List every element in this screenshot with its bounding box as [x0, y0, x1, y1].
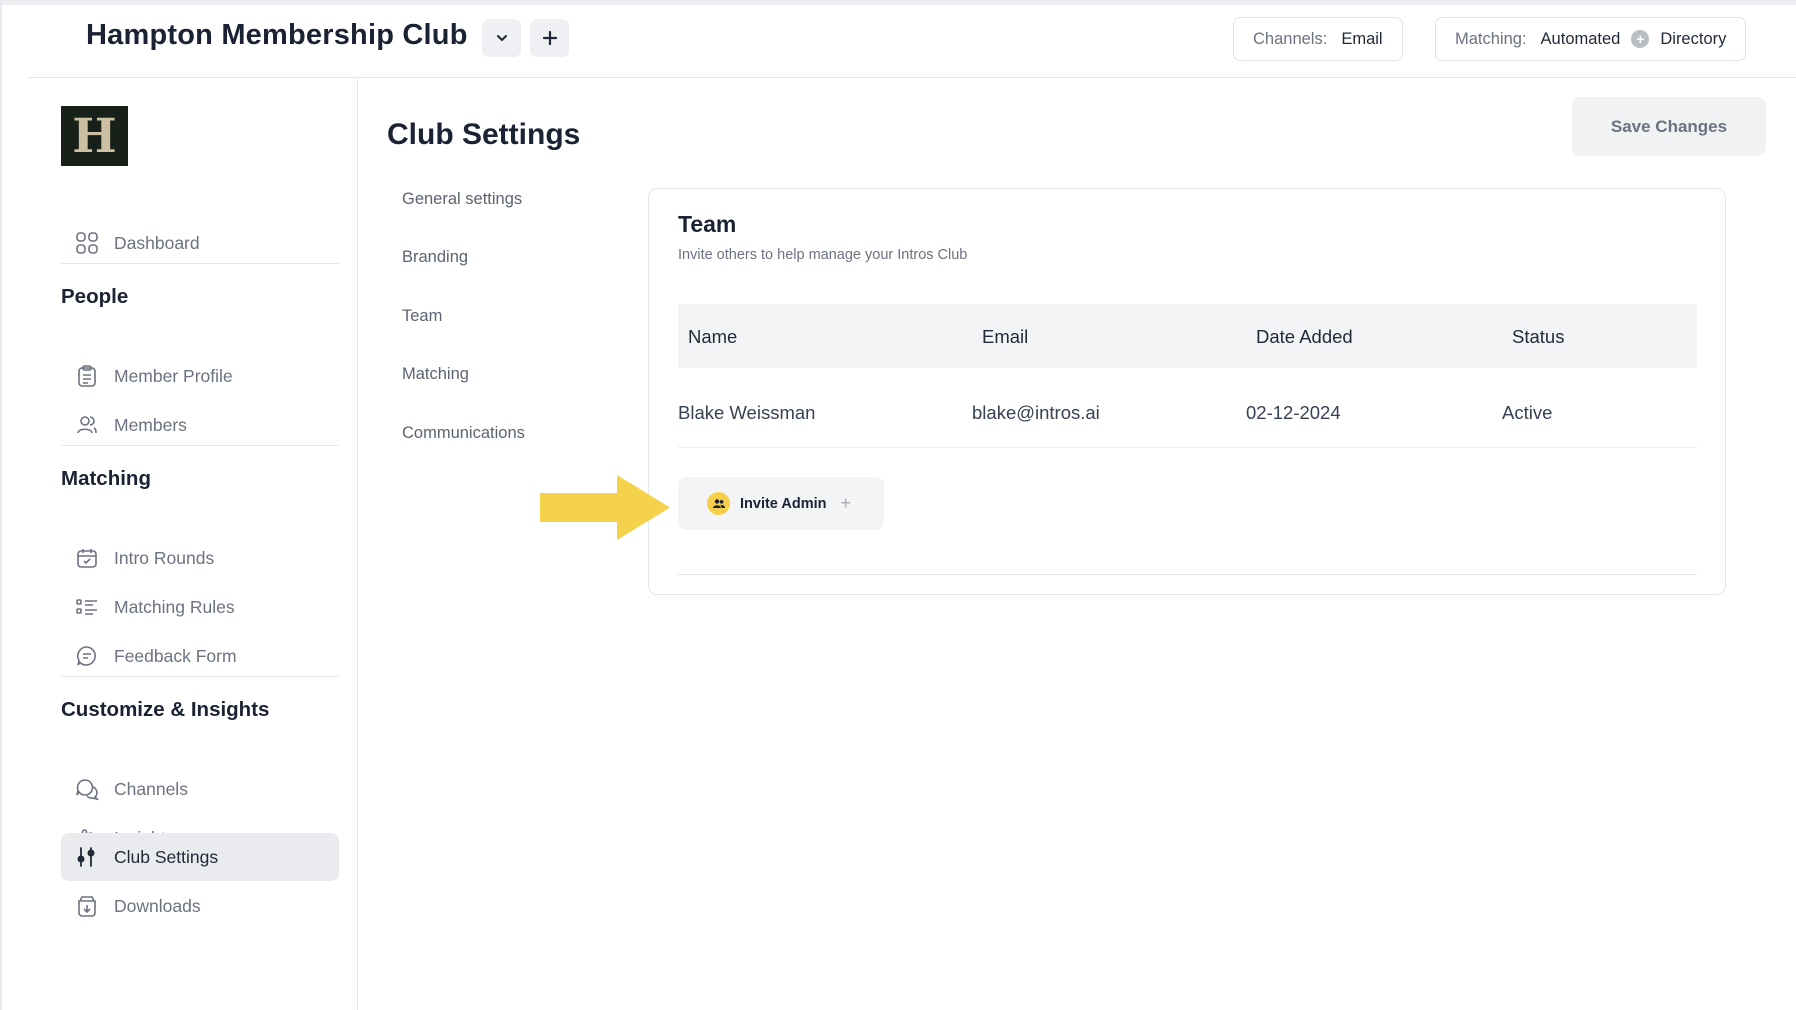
cell-status: Active [1502, 402, 1553, 423]
table-header: Name Email Date Added Status [678, 304, 1697, 368]
subnav-general-settings[interactable]: General settings [402, 190, 522, 209]
sidebar-item-label: Club Settings [114, 846, 219, 867]
column-header-status: Status [1512, 326, 1565, 347]
club-switcher-button[interactable] [482, 19, 521, 57]
section-title-matching: Matching [61, 467, 151, 490]
download-box-icon [75, 894, 99, 918]
cell-email: blake@intros.ai [972, 402, 1100, 423]
club-logo[interactable]: H [61, 106, 128, 166]
app-header: Hampton Membership Club Channels: Email … [28, 5, 1796, 78]
sidebar-item-label: Channels [114, 778, 188, 799]
highlight-arrow-icon [540, 475, 670, 540]
chat-bubbles-icon [75, 777, 99, 801]
sidebar-item-intro-rounds[interactable]: Intro Rounds [61, 534, 339, 582]
sidebar-item-label: Members [114, 414, 187, 435]
sidebar-item-label: Downloads [114, 895, 201, 916]
save-changes-button[interactable]: Save Changes [1572, 97, 1766, 156]
section-title-customize: Customize & Insights [61, 698, 270, 721]
clipboard-icon [75, 364, 99, 388]
subnav-matching[interactable]: Matching [402, 365, 469, 384]
subnav-branding[interactable]: Branding [402, 248, 468, 267]
page-title: Club Settings [387, 118, 581, 151]
sidebar-item-dashboard[interactable]: Dashboard [61, 219, 339, 267]
channels-label: Channels: [1253, 29, 1328, 48]
sidebar-item-channels[interactable]: Channels [61, 765, 339, 813]
channels-value: Email [1341, 29, 1383, 48]
subnav-team[interactable]: Team [402, 307, 442, 326]
sidebar-item-matching-rules[interactable]: Matching Rules [61, 583, 339, 631]
section-title-people: People [61, 285, 129, 308]
grid-icon [75, 231, 99, 255]
sidebar-item-members[interactable]: Members [61, 401, 339, 449]
team-title: Team [678, 211, 737, 237]
divider [61, 676, 339, 677]
sidebar-item-downloads[interactable]: Downloads [61, 882, 339, 930]
sidebar-item-label: Dashboard [114, 232, 200, 253]
plus-icon: + [840, 493, 851, 513]
subnav-communications[interactable]: Communications [402, 424, 525, 443]
matching-value-directory: Directory [1660, 29, 1727, 48]
column-header-date-added: Date Added [1256, 326, 1353, 347]
add-club-button[interactable] [530, 19, 569, 57]
column-header-name: Name [688, 326, 738, 347]
matching-label: Matching: [1455, 29, 1527, 48]
sidebar-item-club-settings[interactable]: Club Settings [61, 833, 339, 881]
sidebar-item-member-profile[interactable]: Member Profile [61, 352, 339, 400]
team-card: Team Invite others to help manage your I… [648, 188, 1726, 595]
chevron-down-icon [496, 35, 507, 41]
chat-bubble-icon [75, 644, 99, 668]
sidebar-item-label: Intro Rounds [114, 547, 215, 568]
plus-icon [542, 30, 557, 46]
calendar-check-icon [75, 546, 99, 570]
matching-value-automated: Automated [1540, 29, 1621, 48]
sidebar-item-label: Feedback Form [114, 645, 237, 666]
window-edge [0, 0, 2, 1010]
team-subtitle: Invite others to help manage your Intros… [678, 247, 968, 263]
cell-name: Blake Weissman [678, 402, 816, 423]
invite-admin-label: Invite Admin [740, 495, 827, 512]
sidebar-item-label: Member Profile [114, 365, 233, 386]
users-icon [75, 413, 99, 437]
channels-pill[interactable]: Channels: Email [1233, 17, 1403, 61]
divider [61, 445, 339, 446]
column-header-email: Email [982, 326, 1029, 347]
sidebar: H Dashboard People Member Profile Member… [28, 78, 358, 1010]
club-name: Hampton Membership Club [86, 19, 468, 51]
sliders-icon [75, 845, 99, 869]
sidebar-item-label: Matching Rules [114, 596, 235, 617]
invite-admin-button[interactable]: Invite Admin + [678, 477, 884, 530]
card-bottom-divider [678, 574, 1697, 575]
users-icon [707, 492, 730, 515]
sidebar-item-feedback-form[interactable]: Feedback Form [61, 632, 339, 680]
divider [61, 263, 339, 264]
plus-circle-icon: + [1631, 30, 1650, 48]
list-rules-icon [75, 595, 99, 619]
row-divider [678, 447, 1697, 448]
cell-date-added: 02-12-2024 [1246, 402, 1341, 423]
matching-pill[interactable]: Matching: Automated + Directory [1435, 17, 1747, 61]
